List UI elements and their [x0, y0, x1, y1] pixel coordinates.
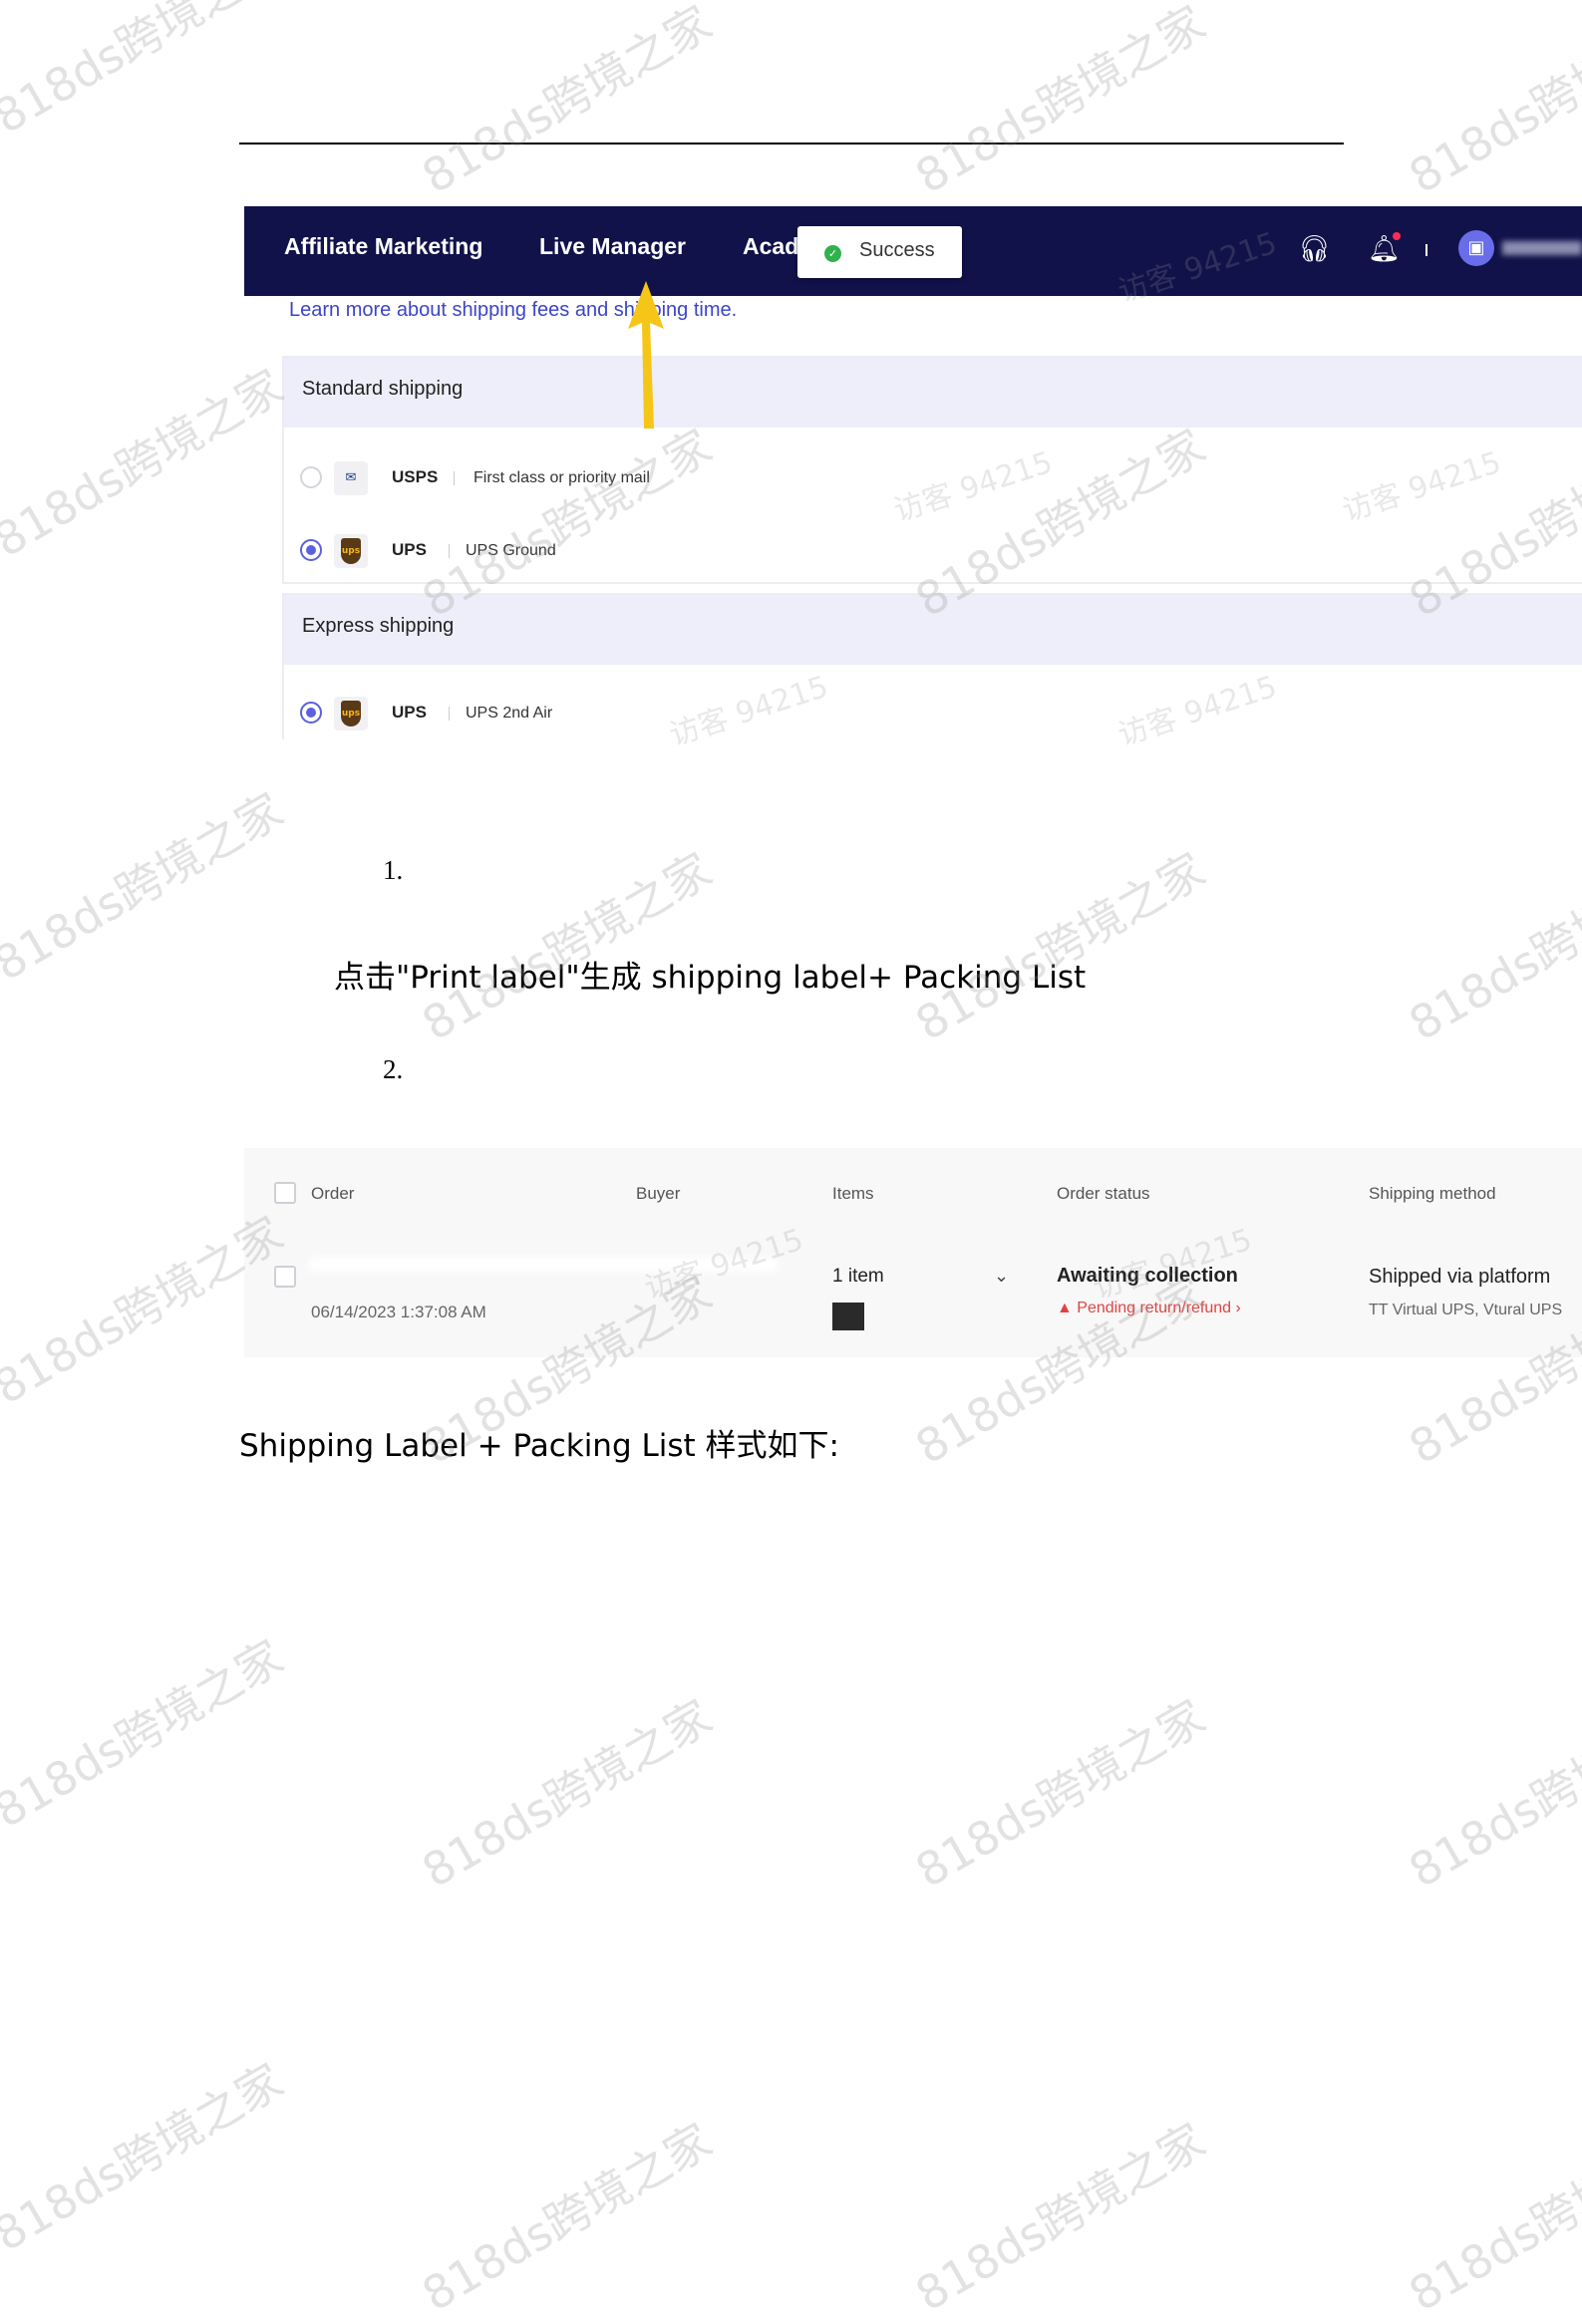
- watermark: 818ds跨境之家: [1400, 2113, 1582, 2322]
- order-status: Awaiting collection: [1057, 1265, 1238, 1287]
- column-header-buyer: Buyer: [636, 1184, 681, 1203]
- order-status-warning[interactable]: ▲ Pending return/refund ›: [1057, 1300, 1241, 1317]
- watermark: 818ds跨境之家: [906, 0, 1214, 204]
- carrier-name: UPS: [392, 703, 427, 722]
- panel-header: Express shipping: [284, 595, 1582, 665]
- success-toast: ✓ Success: [797, 226, 962, 278]
- shipping-option-ups-2nd-air[interactable]: ups UPS UPS 2nd Air: [284, 693, 1582, 732]
- order-date: 06/14/2023 1:37:08 AM: [311, 1303, 486, 1321]
- row-checkbox[interactable]: [274, 1266, 296, 1288]
- step-1-text: 点击"Print label"生成 shipping label+ Packin…: [334, 960, 1087, 996]
- watermark: 818ds跨境之家: [413, 842, 721, 1051]
- step-number-1: 1.: [383, 855, 404, 885]
- watermark: 818ds跨境之家: [0, 2053, 292, 2262]
- watermark: 818ds跨境之家: [413, 1689, 721, 1898]
- watermark: 818ds跨境之家: [413, 0, 721, 204]
- order-screenshot: Order Buyer Items Order status Shipping …: [244, 1148, 1582, 1357]
- panel-header: Standard shipping: [284, 358, 1582, 428]
- header-separator: [1425, 244, 1427, 256]
- status-note: Pending return/refund ›: [1077, 1300, 1241, 1316]
- radio-button-selected[interactable]: [300, 702, 322, 724]
- service-name: UPS Ground: [466, 542, 556, 559]
- usps-logo-icon: ✉: [334, 461, 368, 495]
- learn-more-link[interactable]: Learn more about shipping fees and shipp…: [289, 299, 737, 322]
- account-name-blurred: [1502, 241, 1582, 255]
- watermark: 818ds跨境之家: [1400, 842, 1582, 1051]
- order-id-blurred: [309, 1258, 778, 1272]
- toast-message: Success: [859, 239, 935, 261]
- column-header-order: Order: [311, 1184, 355, 1203]
- warning-icon: ▲: [1057, 1300, 1078, 1316]
- watermark: 818ds跨境之家: [906, 842, 1214, 1051]
- shipping-option-usps[interactable]: ✉ USPS First class or priority mail: [284, 457, 1582, 497]
- watermark: 818ds跨境之家: [413, 2113, 721, 2322]
- ups-logo-icon: ups: [334, 697, 368, 730]
- shipping-option-ups-ground[interactable]: ups UPS UPS Ground: [284, 530, 1582, 570]
- standard-shipping-panel: Standard shipping ✉ USPS First class or …: [282, 356, 1582, 584]
- watermark: 818ds跨境之家: [0, 0, 292, 145]
- headset-icon[interactable]: 🎧︎: [1298, 234, 1331, 264]
- watermark: 818ds跨境之家: [906, 1689, 1214, 1898]
- express-shipping-panel: Express shipping ups UPS UPS 2nd Air: [282, 593, 1582, 739]
- nav-live-manager[interactable]: Live Manager: [539, 233, 686, 260]
- items-count: 1 item: [832, 1266, 884, 1287]
- service-name: First class or priority mail: [474, 469, 650, 486]
- shipping-method: Shipped via platform: [1369, 1266, 1551, 1288]
- watermark: 818ds跨境之家: [906, 2113, 1214, 2322]
- divider: [449, 544, 450, 558]
- shipping-screenshot: Affiliate Marketing Live Manager Acad 🎧︎…: [244, 206, 1582, 739]
- shipping-method-detail: TT Virtual UPS, Vtural UPS: [1369, 1302, 1563, 1318]
- column-header-shipping-method: Shipping method: [1369, 1184, 1496, 1203]
- step-number-2: 2.: [383, 1054, 404, 1084]
- watermark: 818ds跨境之家: [1400, 0, 1582, 204]
- radio-button[interactable]: [300, 466, 322, 488]
- notification-dot: [1393, 232, 1401, 240]
- select-all-checkbox[interactable]: [274, 1182, 296, 1204]
- nav-affiliate-marketing[interactable]: Affiliate Marketing: [284, 233, 482, 260]
- panel-title: Express shipping: [302, 615, 455, 637]
- arrow-shape: [628, 281, 664, 429]
- chevron-down-icon[interactable]: ⌄: [994, 1266, 1009, 1287]
- check-circle-icon: ✓: [824, 245, 841, 262]
- divider: [449, 707, 450, 721]
- nav-academy[interactable]: Acad: [743, 233, 798, 260]
- carrier-name: UPS: [392, 540, 427, 559]
- style-heading: Shipping Label + Packing List 样式如下:: [239, 1428, 839, 1464]
- annotation-arrow: [628, 281, 664, 429]
- product-thumbnail: [832, 1303, 864, 1330]
- watermark: 818ds跨境之家: [0, 782, 292, 992]
- column-header-order-status: Order status: [1057, 1184, 1150, 1203]
- carrier-name: USPS: [392, 467, 439, 486]
- header-rule: [239, 143, 1344, 145]
- watermark: 818ds跨境之家: [1400, 1689, 1582, 1898]
- avatar[interactable]: ▣: [1458, 230, 1494, 266]
- column-header-items: Items: [832, 1184, 874, 1203]
- divider: [454, 471, 455, 485]
- service-name: UPS 2nd Air: [466, 705, 553, 722]
- panel-title: Standard shipping: [302, 378, 464, 400]
- radio-button-selected[interactable]: [300, 539, 322, 561]
- watermark: 818ds跨境之家: [0, 1629, 292, 1839]
- ups-logo-icon: ups: [334, 534, 368, 568]
